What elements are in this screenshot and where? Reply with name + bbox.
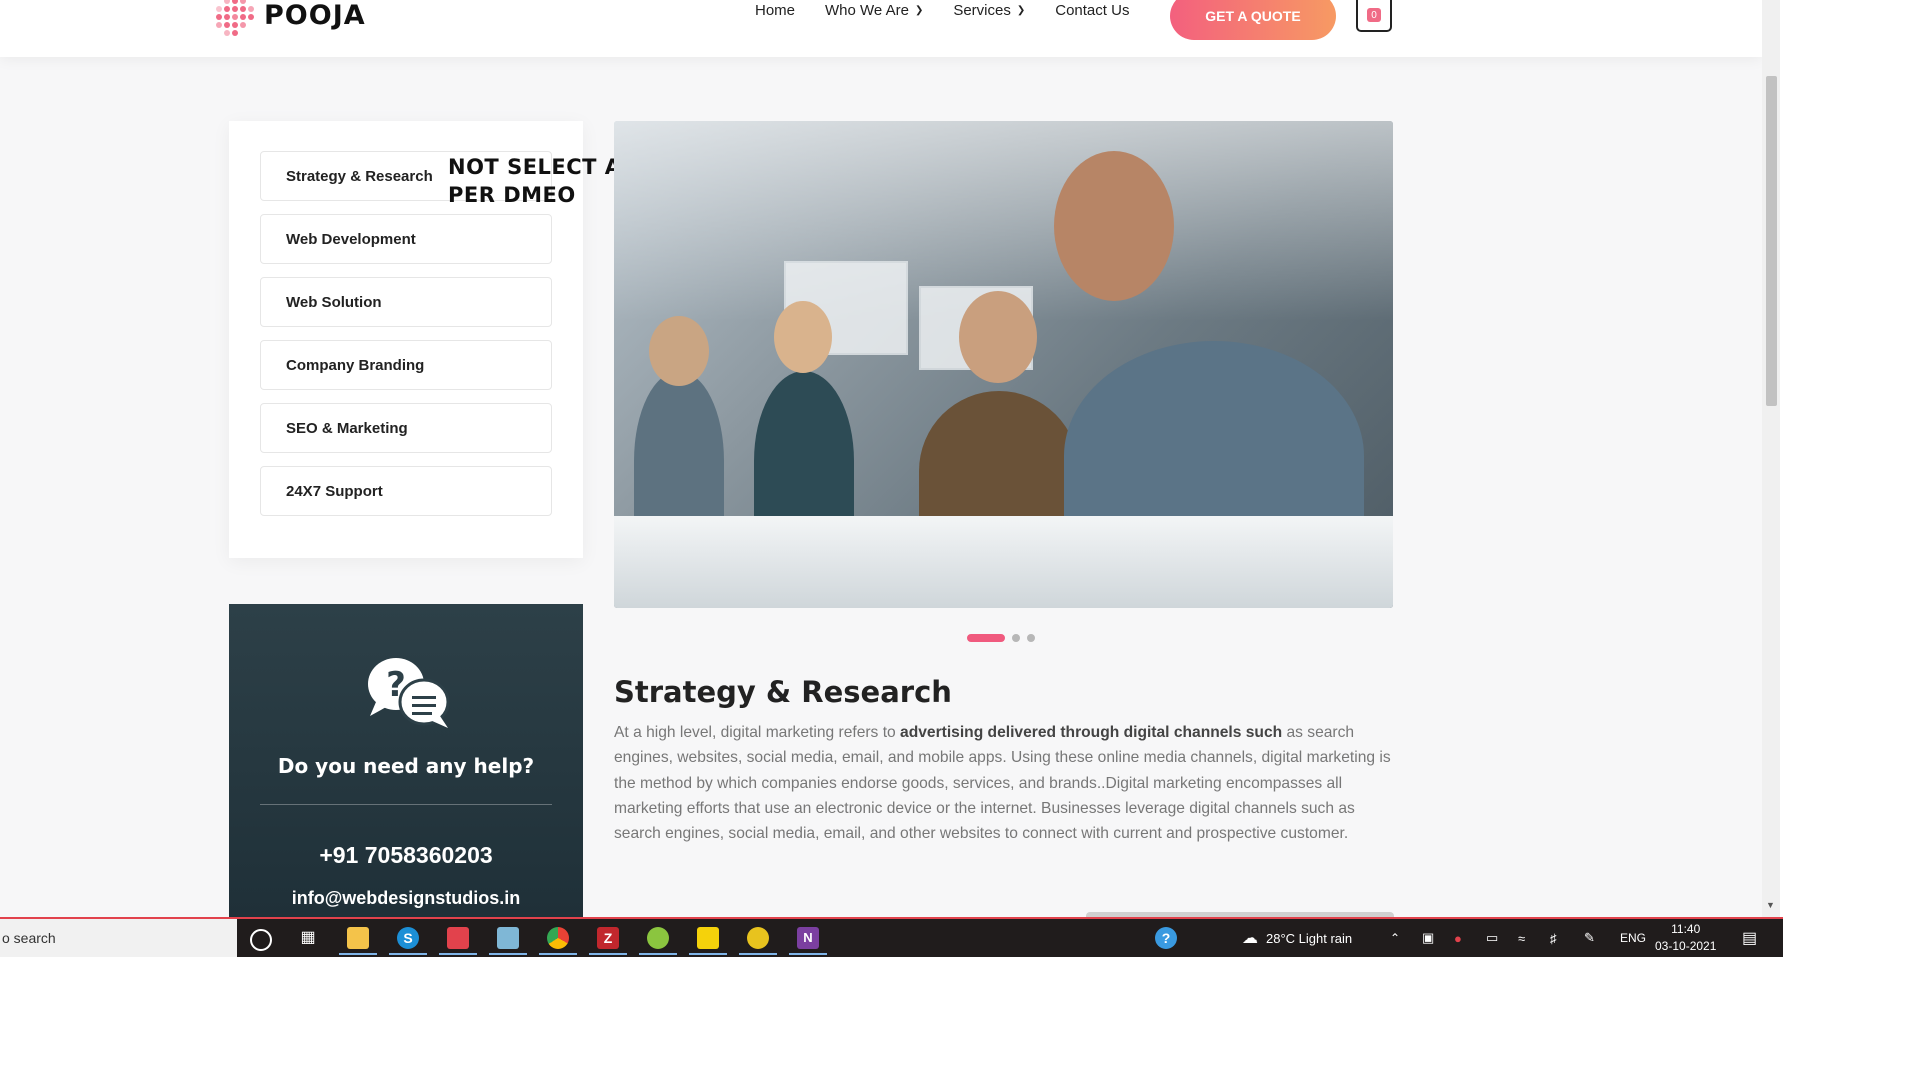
- description-text: At a high level, digital marketing refer…: [614, 724, 901, 741]
- running-indicator: [339, 953, 377, 955]
- battery-icon[interactable]: ▭: [1486, 919, 1498, 957]
- description-text: as search engines, websites, social medi…: [614, 724, 1391, 843]
- description-bold-text: advertising delivered through digital ch…: [900, 724, 1283, 741]
- running-indicator: [689, 953, 727, 955]
- app-yellow-icon[interactable]: [747, 927, 769, 949]
- wifi-icon[interactable]: ≈: [1518, 919, 1525, 957]
- cart-icon[interactable]: 0: [1356, 0, 1392, 32]
- svg-text:?: ?: [386, 665, 406, 705]
- nav-contact-us-label: Contact Us: [1055, 2, 1130, 19]
- help-chat-icon: ?: [368, 658, 450, 728]
- status-icon[interactable]: ●: [1454, 919, 1462, 957]
- carousel-dot-3[interactable]: [1027, 634, 1035, 642]
- service-title: Strategy & Research: [614, 675, 952, 709]
- hero-table: [614, 516, 1393, 608]
- hero-person-head: [1054, 151, 1174, 301]
- filezilla-icon[interactable]: Z: [597, 927, 619, 949]
- skype-icon[interactable]: S: [397, 927, 419, 949]
- help-email-link[interactable]: info@webdesignstudios.in: [229, 888, 583, 909]
- running-indicator: [439, 953, 477, 955]
- nav-services-label: Services: [953, 2, 1011, 19]
- help-divider: [260, 804, 552, 805]
- review-annotation: NOT SELECT AS PER DMEO: [448, 153, 637, 209]
- taskbar-search[interactable]: o search: [0, 919, 237, 957]
- hero-person-head: [649, 316, 709, 386]
- running-indicator: [489, 953, 527, 955]
- volume-icon[interactable]: ♯: [1550, 919, 1557, 957]
- help-title: Do you need any help?: [277, 754, 535, 778]
- cortana-icon[interactable]: [250, 929, 272, 951]
- service-description: At a high level, digital marketing refer…: [614, 720, 1394, 846]
- help-card: ? Do you need any help? +91 7058360203 i…: [229, 604, 583, 917]
- clock-date: 03-10-2021: [1655, 939, 1717, 953]
- main-nav: Home Who We Are ❯ Services ❯ Contact Us: [755, 2, 1129, 19]
- meet-icon[interactable]: ▣: [1422, 919, 1434, 957]
- weather-widget[interactable]: ☁ 28°C Light rain: [1242, 919, 1352, 957]
- app-green-icon[interactable]: [647, 927, 669, 949]
- nav-who-we-are[interactable]: Who We Are ❯: [825, 2, 923, 19]
- scroll-down-arrow-icon[interactable]: ▼: [1766, 900, 1775, 910]
- service-item-support[interactable]: 24X7 Support: [260, 466, 552, 516]
- running-indicator: [389, 953, 427, 955]
- logo-dots-icon: [210, 0, 258, 36]
- service-item-company-branding[interactable]: Company Branding: [260, 340, 552, 390]
- carousel-dot-2[interactable]: [1012, 634, 1020, 642]
- windows-taskbar: o search ▦ S Z N ? ☁ 28°C Light rain ⌃ ▣…: [0, 917, 1783, 957]
- sticky-notes-icon[interactable]: [697, 927, 719, 949]
- running-indicator: [589, 953, 627, 955]
- scrollbar-thumb[interactable]: [1766, 76, 1777, 406]
- service-item-web-development[interactable]: Web Development: [260, 214, 552, 264]
- weather-cloud-icon: ☁: [1242, 930, 1258, 947]
- running-indicator: [539, 953, 577, 955]
- running-indicator: [739, 953, 777, 955]
- carousel-dot-1[interactable]: [967, 634, 1005, 642]
- running-indicator: [639, 953, 677, 955]
- nav-services[interactable]: Services ❯: [953, 2, 1025, 19]
- pen-icon[interactable]: ✎: [1584, 919, 1595, 957]
- site-header: POOJA Home Who We Are ❯ Services ❯ Contact…: [0, 0, 1762, 57]
- notes-app-icon[interactable]: [497, 927, 519, 949]
- clock-time: 11:40: [1671, 922, 1701, 936]
- weather-text: 28°C Light rain: [1266, 930, 1353, 946]
- nav-contact-us[interactable]: Contact Us: [1055, 2, 1129, 19]
- hero-person-head: [774, 301, 832, 373]
- task-view-icon[interactable]: ▦: [297, 927, 319, 949]
- taskbar-clock[interactable]: 11:40 03-10-2021: [1655, 921, 1716, 955]
- site-logo[interactable]: POOJA: [210, 0, 366, 36]
- service-item-seo-marketing[interactable]: SEO & Marketing: [260, 403, 552, 453]
- nav-home-label: Home: [755, 2, 796, 19]
- chrome-icon[interactable]: [547, 927, 569, 949]
- chevron-down-icon: ❯: [914, 5, 924, 16]
- running-indicator: [789, 953, 827, 955]
- carousel-dots: [967, 634, 1035, 642]
- notifications-icon[interactable]: ▤: [1742, 919, 1757, 957]
- get-a-quote-button[interactable]: GET A QUOTE: [1170, 0, 1336, 40]
- page-scrollbar[interactable]: ▼: [1762, 0, 1780, 917]
- file-explorer-icon[interactable]: [347, 927, 369, 949]
- annotation-line-2: PER DMEO: [448, 183, 576, 207]
- cart-count-badge: 0: [1367, 8, 1381, 22]
- onenote-icon[interactable]: N: [797, 927, 819, 949]
- nav-who-we-are-label: Who We Are: [825, 2, 909, 19]
- browser-viewport: POOJA Home Who We Are ❯ Services ❯ Contact…: [0, 0, 1780, 917]
- chevron-down-icon: ❯: [1016, 5, 1026, 16]
- tray-expand-icon[interactable]: ⌃: [1390, 919, 1400, 957]
- service-hero-image: [614, 121, 1393, 608]
- logo-text: POOJA: [264, 0, 366, 31]
- help-phone-link[interactable]: +91 7058360203: [229, 842, 583, 869]
- nav-home[interactable]: Home: [755, 2, 795, 19]
- annotation-line-1: NOT SELECT AS: [448, 155, 638, 179]
- language-indicator[interactable]: ENG: [1620, 919, 1646, 957]
- help-question-icon[interactable]: ?: [1155, 927, 1177, 949]
- anydesk-icon[interactable]: [447, 927, 469, 949]
- hero-person-head: [959, 291, 1037, 383]
- service-item-web-solution[interactable]: Web Solution: [260, 277, 552, 327]
